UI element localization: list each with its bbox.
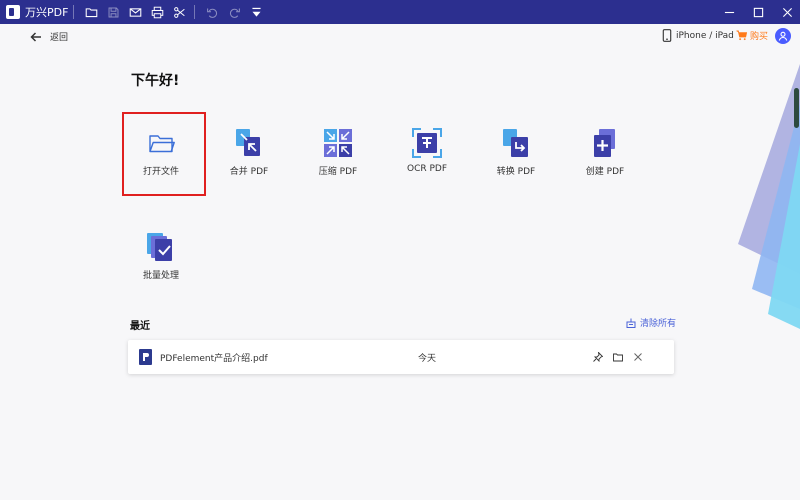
minimize-button[interactable] [717,0,742,24]
app-logo-icon [6,5,20,19]
open-folder-button[interactable] [81,2,101,22]
tool-label: 转换 PDF [496,167,536,177]
print-button[interactable] [147,2,167,22]
tool-label: 创建 PDF [585,167,625,177]
folder-icon [613,353,623,362]
title-bar: 万兴PDF [0,0,800,24]
toolbar-separator [73,5,75,19]
clear-all-button[interactable]: 清除所有 [626,316,676,329]
recent-file-name: PDFelement产品介绍.pdf [160,354,268,364]
clear-all-label: 清除所有 [640,319,677,329]
redo-button[interactable] [224,2,244,22]
recent-file-row[interactable]: PDFelement产品介绍.pdf 今天 [128,340,674,374]
save-button[interactable] [103,2,123,22]
redo-icon [229,7,240,18]
ocr-pdf-icon [412,128,442,158]
maximize-icon [753,7,764,17]
convert-pdf-icon [503,129,528,157]
pin-icon [593,352,603,362]
remove-recent-button[interactable] [631,350,645,364]
close-window-button[interactable] [775,0,800,24]
tool-label: OCR PDF [406,164,448,174]
decorative-fan-graphic [738,64,800,329]
email-button[interactable] [125,2,145,22]
scrollbar-thumb[interactable] [794,88,799,128]
recent-file-date: 今天 [418,354,437,364]
folder-icon [85,7,98,17]
pdf-file-icon [139,349,152,365]
merge-pdf-icon [236,129,260,156]
back-button[interactable]: 返回 [30,30,68,43]
create-pdf-icon [594,129,615,157]
tool-create-pdf[interactable]: 创建 PDF [562,116,648,196]
tool-merge-pdf[interactable]: 合并 PDF [206,116,292,196]
close-icon [782,7,793,17]
cut-button[interactable] [169,2,189,22]
tool-label: 合并 PDF [229,167,269,177]
tool-compress-pdf[interactable]: 压缩 PDF [295,116,381,196]
greeting-title: 下午好! [131,73,180,89]
show-in-folder-button[interactable] [611,350,625,364]
close-icon [634,353,642,361]
arrow-left-icon [30,31,41,42]
scissors-icon [174,6,185,18]
back-label: 返回 [50,33,69,43]
app-title: 万兴PDF [25,6,69,19]
tool-label: 压缩 PDF [318,167,358,177]
window-controls [713,0,800,24]
minimize-icon [724,11,735,13]
dropdown-arrow-icon [252,7,261,17]
phone-icon [662,29,672,42]
open-file-highlight-box [122,112,206,196]
compress-pdf-icon [324,129,352,157]
tool-label: 批量处理 [142,271,179,281]
recent-section-title: 最近 [130,321,150,332]
maximize-button[interactable] [746,0,771,24]
undo-button[interactable] [202,2,222,22]
device-link[interactable]: iPhone / iPad [662,29,734,42]
tool-convert-pdf[interactable]: 转换 PDF [473,116,559,196]
batch-process-icon [147,233,172,261]
tool-batch-process[interactable]: 批量处理 [118,220,204,300]
printer-icon [151,6,164,18]
clear-icon [626,318,636,328]
save-icon [108,7,119,17]
toolbar-separator [194,5,196,19]
more-dropdown-button[interactable] [246,2,266,22]
mail-icon [129,7,142,17]
tool-ocr-pdf[interactable]: OCR PDF [384,116,470,196]
device-label: iPhone / iPad [676,30,734,41]
pin-button[interactable] [591,350,605,364]
undo-icon [207,7,217,18]
